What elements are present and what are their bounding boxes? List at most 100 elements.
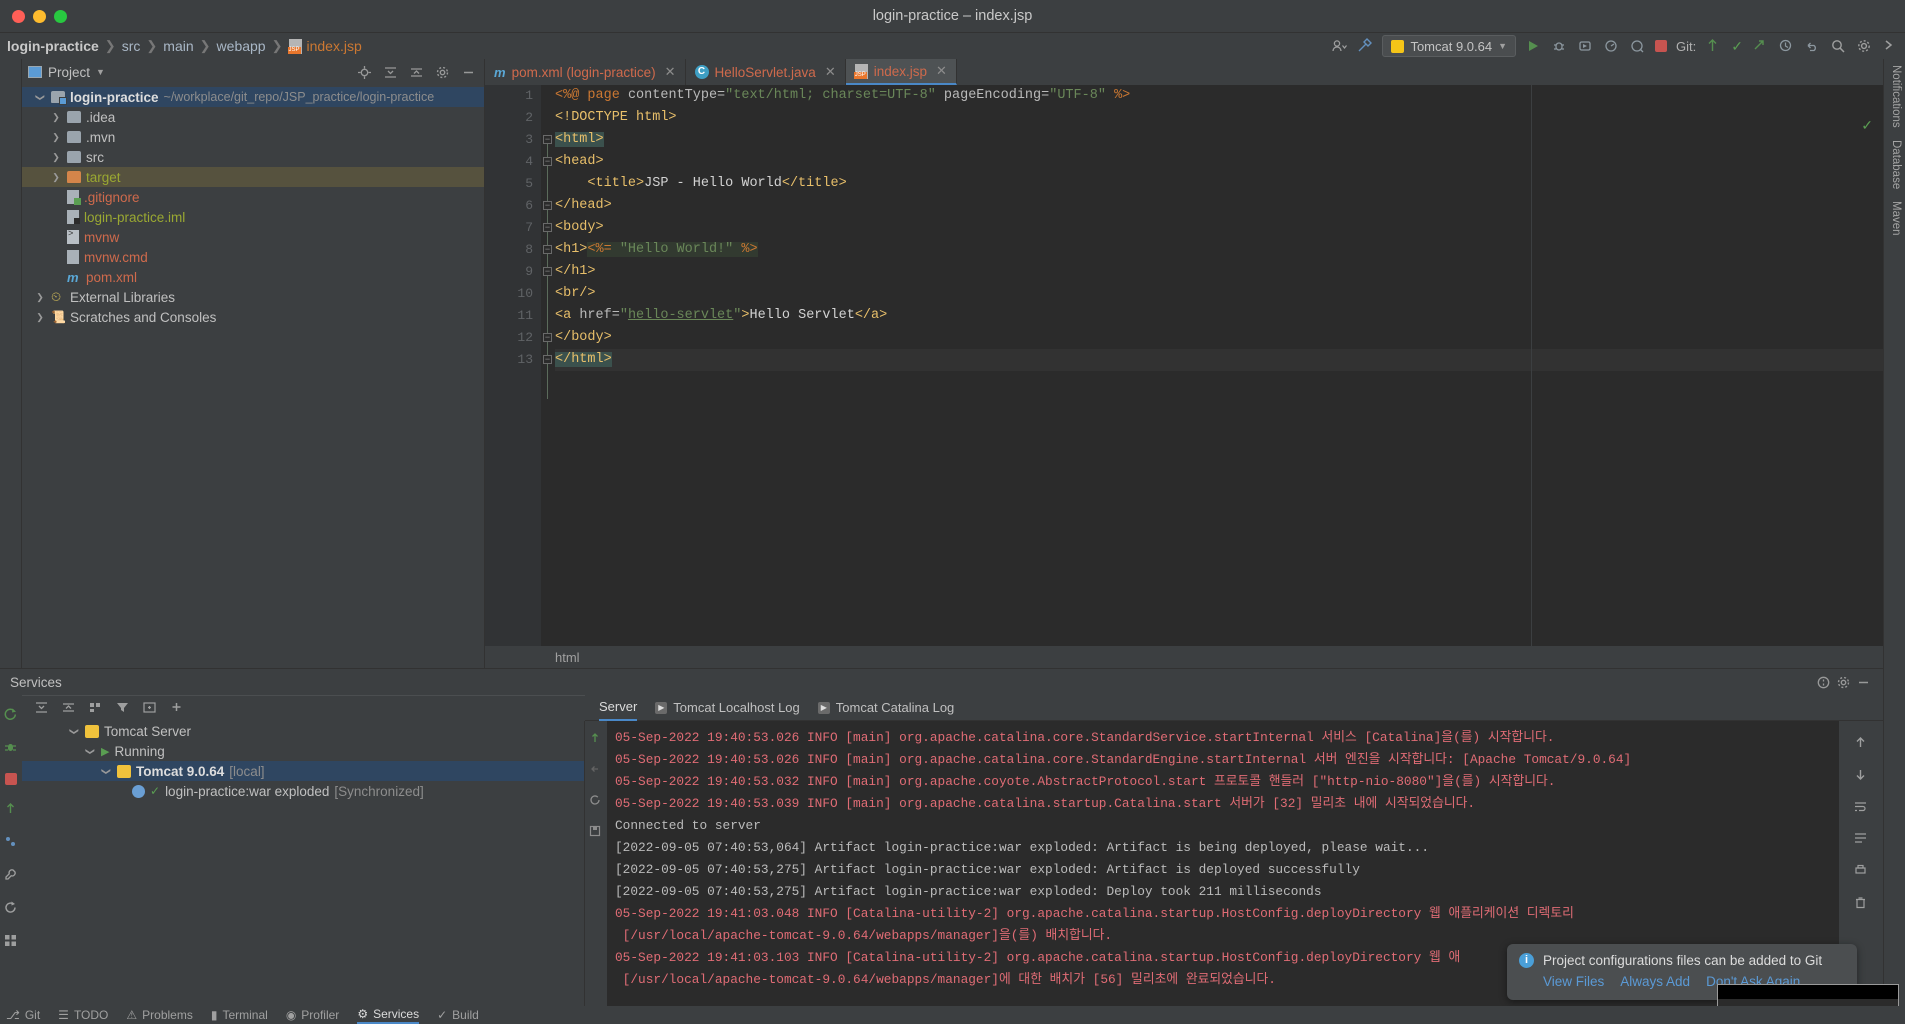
tree-node-src[interactable]: src (22, 147, 484, 167)
deploy-icon[interactable] (3, 801, 20, 818)
gear-icon[interactable] (432, 62, 452, 82)
tool-tab-notifications[interactable]: Notifications (1887, 59, 1905, 134)
more-run-icon[interactable] (1629, 38, 1646, 55)
editor-tab-helloservlet-java[interactable]: C HelloServlet.java ✕ (686, 59, 846, 85)
collapse-all-icon[interactable] (61, 700, 78, 717)
console-tab-tomcat-localhost-log[interactable]: ▶ Tomcat Localhost Log (655, 695, 800, 721)
undo-icon[interactable] (1804, 38, 1821, 55)
console-left-toolbar[interactable] (585, 721, 607, 1006)
collapse-all-icon[interactable] (406, 62, 426, 82)
tree-node-external-libraries[interactable]: ⏲ External Libraries (22, 287, 484, 307)
stop-icon[interactable] (1655, 40, 1668, 52)
deploy-icon[interactable] (588, 731, 605, 748)
status-item-services[interactable]: ⚙ Services (357, 1006, 420, 1024)
tree-node-mvnw-cmd[interactable]: mvnw.cmd (22, 247, 484, 267)
fold-toggle-html-icon[interactable]: − (543, 135, 552, 144)
debug-icon[interactable] (1551, 38, 1568, 55)
save-output-icon[interactable] (588, 824, 605, 841)
always-add-link[interactable]: Always Add (1620, 974, 1690, 989)
breadcrumb-item-src[interactable]: src (117, 38, 146, 54)
rerun-icon[interactable] (3, 707, 20, 724)
tool-tab-database[interactable]: Database (1887, 134, 1905, 195)
status-item-build[interactable]: ✓ Build (437, 1008, 479, 1022)
chevron-right-icon[interactable] (50, 152, 62, 163)
status-item-git[interactable]: ⎇ Git (6, 1008, 40, 1022)
close-tab-icon[interactable]: ✕ (825, 64, 836, 80)
tree-node-idea[interactable]: .idea (22, 107, 484, 127)
tool-tab-maven[interactable]: Maven (1887, 195, 1905, 242)
grid-icon[interactable] (3, 933, 20, 950)
services-node-tomcat-instance[interactable]: Tomcat 9.0.64 [local] (22, 761, 584, 781)
services-gear-icon[interactable] (1833, 672, 1853, 692)
run-configuration-selector[interactable]: Tomcat 9.0.64 ▼ (1382, 35, 1517, 57)
tree-node-target[interactable]: target (22, 167, 484, 187)
code-lines[interactable]: <%@ page contentType="text/html; charset… (555, 85, 1883, 668)
close-tab-icon[interactable]: ✕ (665, 64, 676, 80)
fold-toggle-head-end-icon[interactable]: − (543, 201, 552, 210)
chevron-right-icon[interactable] (50, 172, 62, 183)
console-tab-bar[interactable]: Server ▶ Tomcat Localhost Log ▶ Tomcat C… (585, 695, 1883, 721)
settings-services-icon[interactable] (3, 834, 20, 851)
hide-toolwindow-icon[interactable] (1882, 38, 1899, 55)
chevron-down-icon[interactable]: ▼ (96, 67, 105, 77)
fold-toggle-head-icon[interactable]: − (543, 157, 552, 166)
services-node-tomcat-server[interactable]: Tomcat Server (22, 721, 584, 741)
services-hide-icon[interactable] (1853, 672, 1873, 692)
chevron-down-icon[interactable] (100, 766, 112, 777)
scroll-down-icon[interactable] (1853, 767, 1870, 784)
fold-toggle-html-end-icon[interactable]: − (543, 355, 552, 364)
user-select-icon[interactable] (1330, 38, 1348, 55)
breadcrumb-item-webapp[interactable]: webapp (212, 38, 271, 54)
scroll-to-end-icon[interactable] (1853, 831, 1870, 848)
chevron-down-icon[interactable] (68, 726, 80, 737)
services-toolbar[interactable] (22, 695, 585, 721)
rerun-console-icon[interactable] (588, 793, 605, 810)
print-icon[interactable] (1853, 863, 1870, 880)
git-commit-icon[interactable]: ✓ (1731, 38, 1743, 55)
services-side-toolbar[interactable] (0, 695, 22, 1006)
project-tree[interactable]: login-practice ~/workplace/git_repo/JSP_… (22, 85, 484, 327)
editor-tab-pom-xml[interactable]: m pom.xml (login-practice) ✕ (485, 59, 686, 85)
status-item-profiler[interactable]: ◉ Profiler (286, 1008, 340, 1022)
build-hammer-icon[interactable] (1356, 37, 1373, 55)
profiler-icon[interactable] (1603, 38, 1620, 55)
trash-icon[interactable] (1853, 895, 1870, 912)
chevron-right-icon[interactable] (50, 112, 62, 123)
services-tree[interactable]: Tomcat Server ▶ Running Tomcat 9.0.64 [l… (22, 721, 585, 1006)
filter-icon[interactable] (115, 700, 132, 717)
step-back-icon[interactable] (588, 762, 605, 779)
locate-file-icon[interactable] (354, 62, 374, 82)
right-tool-strip[interactable]: Notifications Database Maven (1883, 59, 1905, 1006)
console-tab-server[interactable]: Server (599, 695, 638, 721)
view-files-link[interactable]: View Files (1543, 974, 1604, 989)
editor-tab-index-jsp[interactable]: index.jsp ✕ (845, 59, 957, 85)
fold-toggle-h1-end-icon[interactable]: − (543, 267, 552, 276)
tree-node-login-practice[interactable]: login-practice ~/workplace/git_repo/JSP_… (22, 87, 484, 107)
scroll-up-icon[interactable] (1853, 735, 1870, 752)
editor-tab-bar[interactable]: m pom.xml (login-practice) ✕ C HelloServ… (485, 59, 1883, 85)
git-push-icon[interactable] (1752, 38, 1769, 55)
chevron-down-icon[interactable] (34, 92, 46, 103)
status-item-todo[interactable]: ☰ TODO (58, 1008, 108, 1022)
breadcrumb-item-file[interactable]: index.jsp (284, 38, 367, 54)
chevron-right-icon[interactable] (34, 312, 46, 323)
chevron-right-icon[interactable] (34, 292, 46, 303)
chevron-right-icon[interactable] (50, 132, 62, 143)
chevron-down-icon[interactable] (84, 746, 96, 757)
expand-all-icon[interactable] (34, 700, 51, 717)
git-update-icon[interactable] (1705, 38, 1722, 55)
wrench-icon[interactable] (3, 867, 20, 884)
search-icon[interactable] (1830, 38, 1847, 55)
stop-services-icon[interactable] (5, 773, 17, 785)
fold-toggle-h1-icon[interactable]: − (543, 245, 552, 254)
code-folding-gutter[interactable]: − − − − − − − − (541, 85, 555, 668)
console-tab-tomcat-catalina-log[interactable]: ▶ Tomcat Catalina Log (817, 695, 954, 721)
tree-node-pom[interactable]: m pom.xml (22, 267, 484, 287)
breadcrumb-item-main[interactable]: main (158, 38, 198, 54)
soft-wrap-icon[interactable] (1853, 799, 1870, 816)
group-by-icon[interactable] (88, 700, 105, 717)
tree-node-scratches[interactable]: 📜 Scratches and Consoles (22, 307, 484, 327)
breadcrumb[interactable]: login-practice ❯ src ❯ main ❯ webapp ❯ i… (2, 38, 367, 54)
hide-panel-icon[interactable] (458, 62, 478, 82)
code-editor[interactable]: 1 2 3 4 5 6 7 8 9 10 11 12 13 − − − − − (485, 85, 1883, 668)
